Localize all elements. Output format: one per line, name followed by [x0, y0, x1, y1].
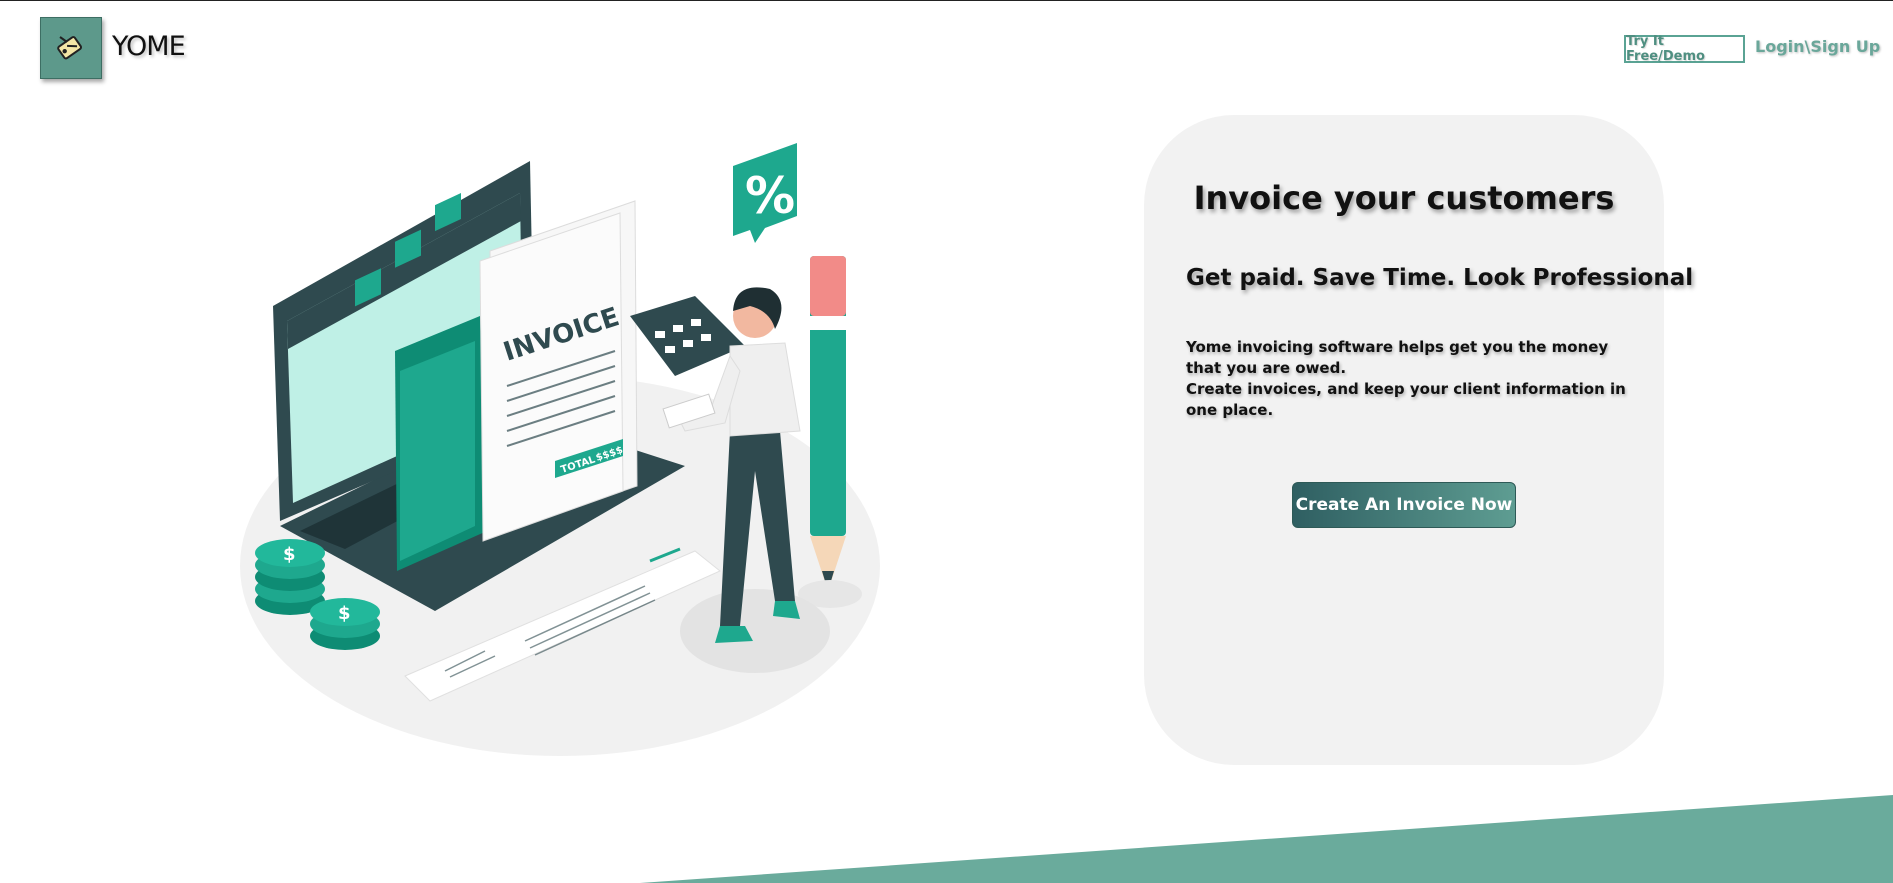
- tag-logo-icon: [57, 36, 83, 60]
- login-signup-link[interactable]: Login\Sign Up: [1755, 37, 1880, 56]
- hero-card: Invoice your customers Get paid. Save Ti…: [1144, 115, 1694, 765]
- coin-stack-2: $: [310, 598, 380, 650]
- percent-label: %: [745, 167, 795, 225]
- invoice-illustration: INVOICE TOTAL $$$$ % $ $: [240, 143, 880, 756]
- hero-description-line-2: Create invoices, and keep your client in…: [1186, 380, 1626, 419]
- coin-symbol: $: [338, 603, 351, 624]
- brand-name: YOME: [112, 31, 186, 62]
- try-free-demo-button[interactable]: Try It Free/Demo: [1624, 34, 1745, 64]
- hero-subtitle: Get paid. Save Time. Look Professional: [1186, 265, 1694, 291]
- hero-description-line-1: Yome invoicing software helps get you th…: [1186, 338, 1609, 377]
- footer-wedge: [640, 795, 1893, 883]
- coin-symbol: $: [283, 544, 296, 565]
- create-invoice-button[interactable]: Create An Invoice Now: [1292, 482, 1516, 528]
- person-shirt: [729, 342, 801, 437]
- hero-description: Yome invoicing software helps get you th…: [1186, 337, 1626, 421]
- hero-title: Invoice your customers: [1193, 179, 1615, 217]
- coin-stack-1: $: [255, 539, 325, 615]
- logo[interactable]: [40, 17, 102, 79]
